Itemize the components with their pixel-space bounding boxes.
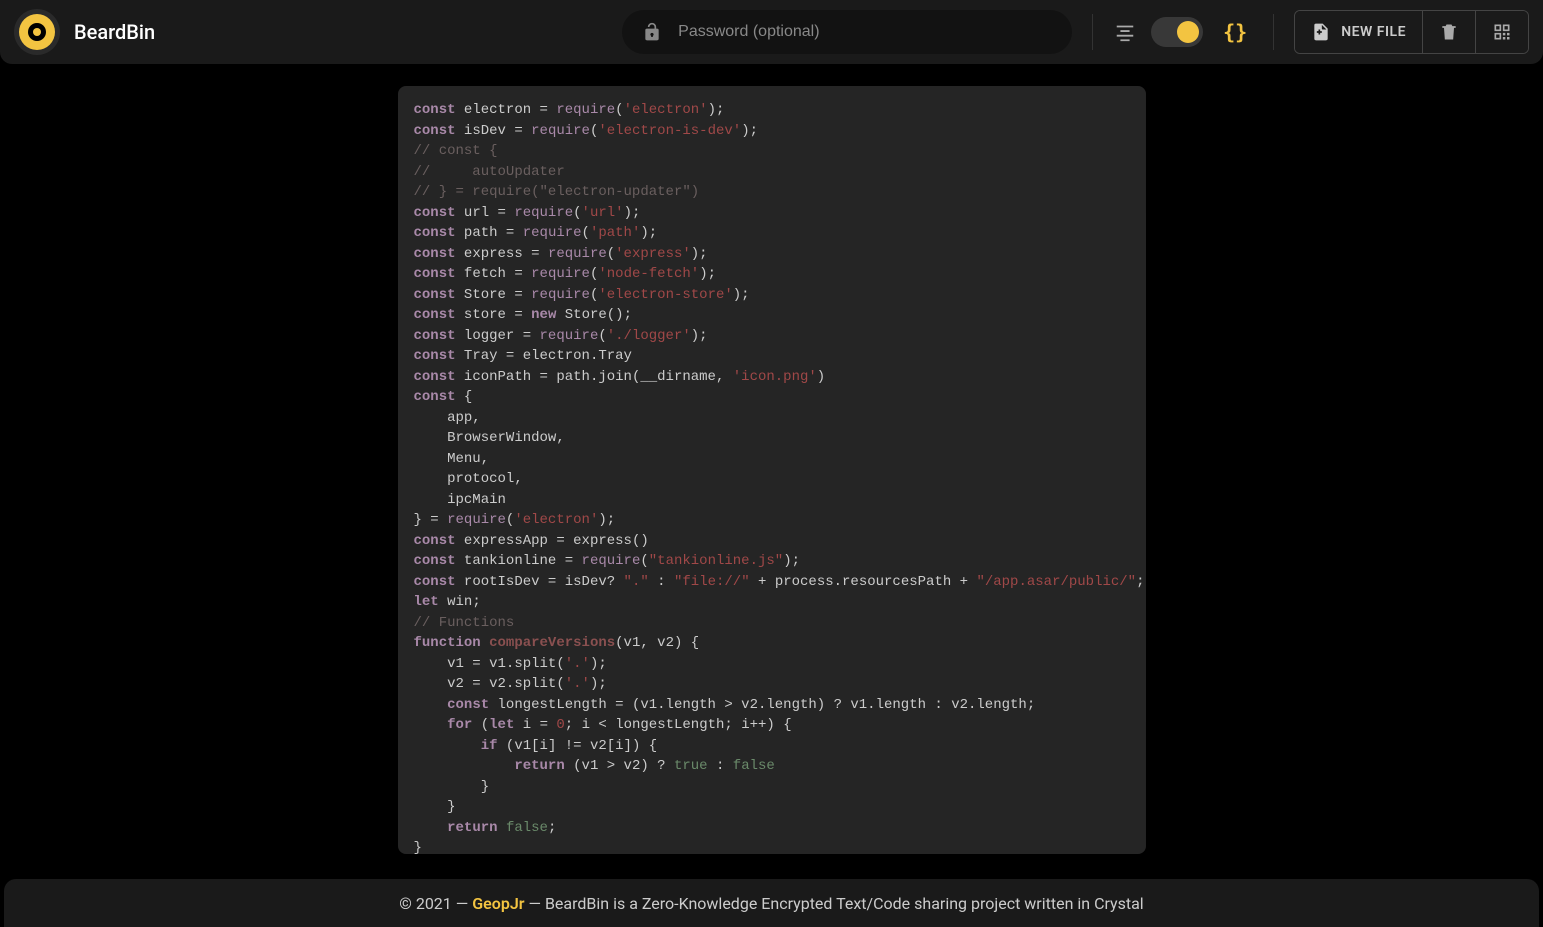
unlock-icon <box>640 20 664 44</box>
brand-wrap[interactable]: BeardBin <box>14 9 155 55</box>
password-field[interactable] <box>622 10 1072 54</box>
theme-toggle[interactable] <box>1151 17 1203 47</box>
footer: © 2021 — GeopJr — BeardBin is a Zero-Kno… <box>4 879 1539 927</box>
main-content: const electron = require('electron'); co… <box>0 64 1543 854</box>
brand-name: BeardBin <box>74 20 155 44</box>
divider <box>1092 14 1093 50</box>
align-icon[interactable] <box>1113 20 1137 44</box>
password-input[interactable] <box>678 23 1054 41</box>
qr-button[interactable] <box>1476 11 1528 53</box>
footer-description: — BeardBin is a Zero-Knowledge Encrypted… <box>529 894 1144 913</box>
header: BeardBin {} NEW FILE <box>0 0 1543 64</box>
code-viewer[interactable]: const electron = require('electron'); co… <box>398 86 1146 854</box>
new-file-label: NEW FILE <box>1341 24 1406 40</box>
divider <box>1273 14 1274 50</box>
delete-button[interactable] <box>1423 11 1476 53</box>
braces-icon[interactable]: {} <box>1217 20 1253 44</box>
logo-icon <box>14 9 60 55</box>
code-content: const electron = require('electron'); co… <box>414 100 1130 854</box>
copyright: © 2021 — <box>399 894 468 913</box>
author-link[interactable]: GeopJr <box>472 894 524 913</box>
action-buttons: NEW FILE <box>1294 10 1529 54</box>
new-file-button[interactable]: NEW FILE <box>1295 11 1423 53</box>
